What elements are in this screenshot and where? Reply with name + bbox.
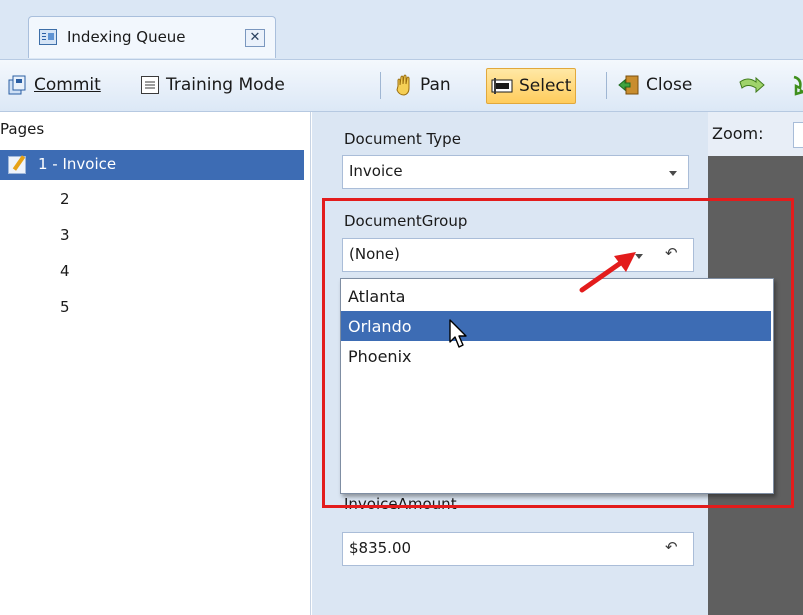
toolbar-divider bbox=[606, 72, 607, 99]
training-mode-label: Training Mode bbox=[166, 75, 285, 95]
tab-strip: Indexing Queue ✕ bbox=[0, 0, 803, 60]
annotation-highlight-box bbox=[322, 198, 794, 508]
document-type-select[interactable]: Invoice bbox=[342, 155, 689, 189]
invoice-amount-field[interactable]: $835.00 ↶ bbox=[342, 532, 694, 566]
select-label: Select bbox=[519, 76, 572, 96]
arrow-icon bbox=[738, 74, 766, 96]
pan-label: Pan bbox=[420, 75, 451, 95]
zoom-input[interactable] bbox=[793, 122, 803, 148]
dropdown-arrow-icon[interactable] bbox=[669, 171, 677, 176]
close-label: Close bbox=[646, 75, 693, 95]
training-mode-button[interactable]: Training Mode bbox=[140, 68, 285, 102]
mouse-cursor-icon bbox=[449, 319, 467, 348]
forward-button[interactable] bbox=[738, 68, 772, 102]
page-edit-icon bbox=[8, 156, 26, 174]
page-list-item-3[interactable]: 3 bbox=[60, 226, 70, 244]
pan-button[interactable]: Pan bbox=[394, 68, 451, 102]
close-door-icon bbox=[618, 74, 640, 96]
indexing-queue-icon bbox=[39, 29, 57, 45]
commit-button[interactable]: Commit bbox=[8, 68, 101, 102]
page-list-item-4[interactable]: 4 bbox=[60, 262, 70, 280]
select-icon bbox=[491, 77, 513, 95]
undo-icon[interactable]: ↶ bbox=[665, 538, 678, 556]
invoice-amount-value: $835.00 bbox=[349, 539, 412, 557]
pan-hand-icon bbox=[394, 74, 414, 96]
arrow-icon bbox=[784, 74, 803, 96]
page-label: 1 - Invoice bbox=[38, 155, 117, 173]
commit-label: Commit bbox=[34, 75, 101, 95]
commit-icon bbox=[8, 75, 28, 95]
page-list-item-2[interactable]: 2 bbox=[60, 190, 70, 208]
document-type-label: Document Type bbox=[344, 130, 461, 148]
toolbar-divider bbox=[380, 72, 381, 99]
annotation-arrow-icon bbox=[579, 252, 636, 293]
pages-title: Pages bbox=[0, 120, 45, 138]
page-list-item-5[interactable]: 5 bbox=[60, 298, 70, 316]
document-type-value: Invoice bbox=[349, 162, 403, 180]
zoom-label: Zoom: bbox=[712, 124, 764, 143]
refresh-button[interactable] bbox=[784, 68, 803, 102]
page-list-item-1[interactable]: 1 - Invoice bbox=[0, 150, 304, 180]
tab-close-button[interactable]: ✕ bbox=[245, 29, 265, 47]
toolbar: Commit Training Mode Pan Select Close bbox=[0, 60, 803, 112]
pages-panel: Pages 1 - Invoice 2 3 4 5 bbox=[0, 112, 311, 615]
training-mode-icon bbox=[140, 75, 160, 95]
select-button[interactable]: Select bbox=[486, 68, 577, 104]
close-button[interactable]: Close bbox=[618, 68, 692, 102]
tab-label: Indexing Queue bbox=[67, 28, 186, 46]
zoom-bar: Zoom: bbox=[708, 112, 803, 156]
tab-indexing-queue[interactable]: Indexing Queue ✕ bbox=[28, 16, 276, 58]
